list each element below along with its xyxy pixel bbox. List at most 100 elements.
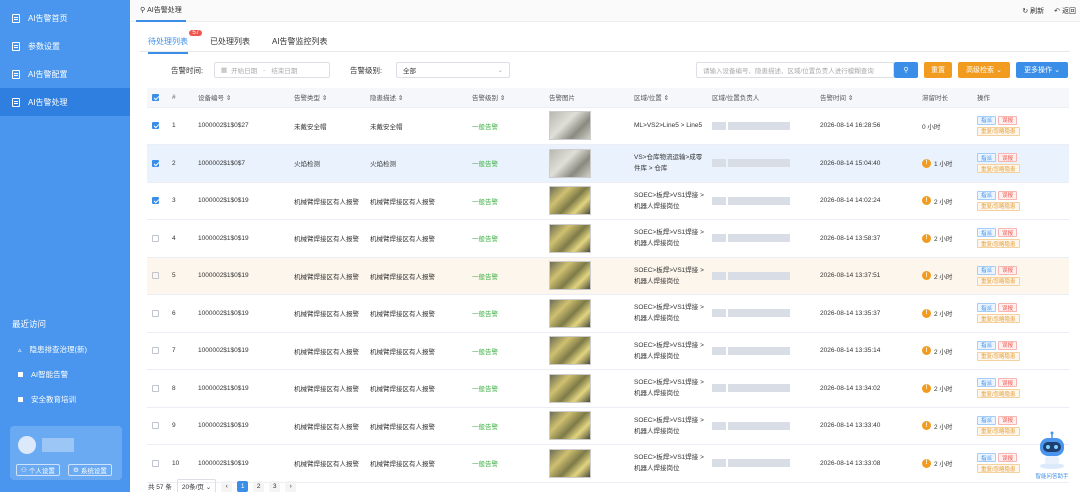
checkbox-cell[interactable]	[147, 332, 167, 370]
table-row[interactable]: 2 1000002$1$0$7 火焰检测 火焰检测 一般告警 VS>仓库物流运输>成零件库…	[147, 144, 1069, 183]
row-checkbox[interactable]	[152, 384, 159, 392]
page-button[interactable]: 2	[253, 480, 265, 492]
ignore-hazard-button[interactable]: 重复/忽略隐患	[977, 201, 1020, 211]
table-row[interactable]: 8 1000002$1$0$19 机械臂焊接区有人报警 机械臂焊接区有人报警 一般告警 S…	[147, 369, 1069, 408]
misreport-button[interactable]: 误报	[998, 378, 1018, 388]
checkbox-cell[interactable]	[147, 182, 167, 220]
alarm-image-thumbnail[interactable]	[549, 336, 591, 366]
system-settings-button[interactable]: ⚙ 系统设置	[68, 464, 112, 476]
alarm-image-thumbnail[interactable]	[549, 261, 591, 291]
recent-item[interactable]: ▵ 隐患排查治理(新)	[18, 344, 87, 355]
alarm-image-thumbnail[interactable]	[549, 298, 591, 328]
table-row[interactable]: 7 1000002$1$0$19 机械臂焊接区有人报警 机械臂焊接区有人报警 一般告警 S…	[147, 332, 1069, 370]
alarm-image-thumbnail[interactable]	[549, 148, 591, 178]
refresh-button[interactable]: ↻ 刷新	[1022, 6, 1044, 16]
ignore-hazard-button[interactable]: 重复/忽略隐患	[977, 464, 1020, 474]
header-checkbox-cell[interactable]	[147, 88, 167, 108]
checkbox-cell[interactable]	[147, 257, 167, 295]
alarm-image-thumbnail[interactable]	[549, 186, 591, 216]
ignore-hazard-button[interactable]: 重复/忽略隐患	[977, 239, 1020, 249]
table-row[interactable]: 6 1000002$1$0$19 机械臂焊接区有人报警 机械臂焊接区有人报警 一般告警 S…	[147, 294, 1069, 333]
sort-icon[interactable]: ⇕	[322, 95, 327, 102]
column-header[interactable]: 告警级别 ⇕	[467, 88, 544, 108]
alarm-image-thumbnail[interactable]	[549, 111, 591, 141]
ignore-hazard-button[interactable]: 重复/忽略隐患	[977, 314, 1020, 324]
table-row[interactable]: 4 1000002$1$0$19 机械臂焊接区有人报警 机械臂焊接区有人报警 一般告警 S…	[147, 219, 1069, 258]
ignore-hazard-button[interactable]: 重复/忽略隐患	[977, 351, 1020, 361]
misreport-button[interactable]: 误报	[998, 265, 1018, 275]
misreport-button[interactable]: 误报	[998, 340, 1018, 350]
next-page-button[interactable]: ›	[285, 480, 297, 492]
page-button[interactable]: 1	[237, 480, 249, 492]
sort-icon[interactable]: ⇕	[500, 95, 505, 102]
checkbox-cell[interactable]	[147, 294, 167, 333]
dispatch-button[interactable]: 指派	[977, 415, 997, 425]
sidebar-item-process[interactable]: AI告警处理	[0, 88, 130, 116]
sidebar-item-home[interactable]: AI告警首页	[0, 4, 130, 32]
sidebar-item-params[interactable]: 参数设置	[0, 32, 130, 60]
column-header[interactable]: 告警时间 ⇕	[815, 88, 917, 108]
select-all-checkbox[interactable]	[152, 93, 159, 101]
dispatch-button[interactable]: 指派	[977, 115, 997, 125]
alarm-image-thumbnail[interactable]	[549, 448, 591, 478]
table-row[interactable]: 5 1000002$1$0$19 机械臂焊接区有人报警 机械臂焊接区有人报警 一般告警 S…	[147, 257, 1069, 295]
row-checkbox[interactable]	[152, 459, 159, 467]
column-header[interactable]: 区域/位置 ⇕	[629, 88, 707, 108]
misreport-button[interactable]: 误报	[998, 190, 1018, 200]
avatar[interactable]	[18, 436, 36, 454]
assistant-widget[interactable]: 智能问答助手	[1032, 430, 1072, 480]
checkbox-cell[interactable]	[147, 144, 167, 183]
page-size-select[interactable]: 20条/页 ⌄	[176, 479, 217, 492]
tab-ai-alarm[interactable]: ⚲ AI告警处理	[136, 0, 186, 22]
search-button[interactable]: ⚲	[894, 62, 918, 78]
misreport-button[interactable]: 误报	[998, 153, 1018, 163]
dispatch-button[interactable]: 指派	[977, 378, 997, 388]
misreport-button[interactable]: 误报	[998, 115, 1018, 125]
dispatch-button[interactable]: 指派	[977, 265, 997, 275]
search-input[interactable]: 请输入设备编号、隐患描述、区域/位置负责人进行模糊查询	[696, 62, 894, 78]
dispatch-button[interactable]: 指派	[977, 228, 997, 238]
sort-icon[interactable]: ⇕	[848, 95, 853, 102]
checkbox-cell[interactable]	[147, 107, 167, 145]
dispatch-button[interactable]: 指派	[977, 453, 997, 463]
column-header[interactable]: 告警类型 ⇕	[289, 88, 365, 108]
sort-icon[interactable]: ⇕	[226, 95, 231, 102]
ignore-hazard-button[interactable]: 重复/忽略隐患	[977, 126, 1020, 136]
level-select[interactable]: 全部 ⌄	[396, 62, 510, 78]
sort-icon[interactable]: ⇕	[398, 95, 403, 102]
ignore-hazard-button[interactable]: 重复/忽略隐患	[977, 164, 1020, 174]
personal-settings-button[interactable]: ⚇ 个人设置	[16, 464, 60, 476]
page-button[interactable]: 3	[269, 480, 281, 492]
recent-item[interactable]: AI智能告警	[18, 369, 68, 380]
misreport-button[interactable]: 误报	[998, 228, 1018, 238]
dispatch-button[interactable]: 指派	[977, 190, 997, 200]
misreport-button[interactable]: 误报	[998, 303, 1018, 313]
table-row[interactable]: 3 1000002$1$0$19 机械臂焊接区有人报警 机械臂焊接区有人报警 一般告警 S…	[147, 182, 1069, 220]
checkbox-cell[interactable]	[147, 369, 167, 408]
reset-button[interactable]: 重置	[924, 62, 952, 78]
sort-icon[interactable]: ⇕	[664, 95, 669, 102]
table-row[interactable]: 1 1000002$1$0$27 未戴安全帽 未戴安全帽 一般告警 ML>VS2>Line…	[147, 107, 1069, 145]
date-range-picker[interactable]: ▦ 开始日期 - 结束日期	[214, 62, 330, 78]
row-checkbox[interactable]	[152, 422, 159, 430]
table-row[interactable]: 10 1000002$1$0$19 机械臂焊接区有人报警 机械臂焊接区有人报警 一般告警…	[147, 444, 1069, 483]
row-checkbox[interactable]	[152, 122, 159, 130]
prev-page-button[interactable]: ‹	[221, 480, 233, 492]
row-checkbox[interactable]	[152, 197, 159, 205]
ignore-hazard-button[interactable]: 重复/忽略隐患	[977, 389, 1020, 399]
checkbox-cell[interactable]	[147, 407, 167, 445]
checkbox-cell[interactable]	[147, 219, 167, 258]
ignore-hazard-button[interactable]: 重复/忽略隐患	[977, 426, 1020, 436]
column-header[interactable]: 隐患描述 ⇕	[365, 88, 467, 108]
row-checkbox[interactable]	[152, 159, 159, 167]
row-checkbox[interactable]	[152, 234, 159, 242]
back-button[interactable]: ↶ 返回	[1054, 6, 1076, 16]
table-row[interactable]: 9 1000002$1$0$19 机械臂焊接区有人报警 机械臂焊接区有人报警 一般告警 S…	[147, 407, 1069, 445]
advanced-search-button[interactable]: 高级检索 ⌄	[958, 62, 1010, 78]
misreport-button[interactable]: 误报	[998, 453, 1018, 463]
more-actions-button[interactable]: 更多操作 ⌄	[1016, 62, 1068, 78]
dispatch-button[interactable]: 指派	[977, 303, 997, 313]
recent-item[interactable]: 安全教育培训	[18, 394, 76, 405]
sidebar-item-config[interactable]: AI告警配置	[0, 60, 130, 88]
row-checkbox[interactable]	[152, 309, 159, 317]
